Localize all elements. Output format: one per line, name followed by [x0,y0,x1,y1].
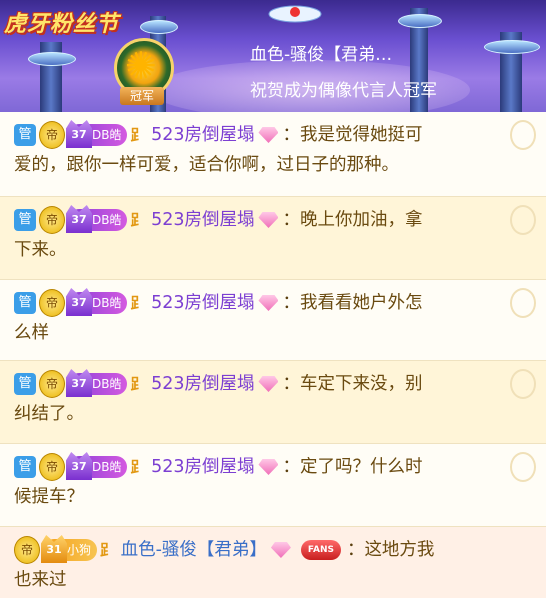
faded-medal-icon [510,120,536,150]
gem-icon [258,127,279,143]
level-number: 37 [66,369,92,397]
message-text: 车定下来没，别 [299,374,423,394]
message-text: 爱的，跟你一样可爱，适合你啊，过日子的那种。 [14,155,399,175]
username[interactable]: 血色-骚俊【君弟】 [121,540,267,560]
medal-icon: 帝 [39,206,65,234]
chat-message[interactable]: 管帝 37 DB皓⻊ 523房倒屋塌 ：我是觉得她挺可 爱的，跟你一样可爱，适合你啊，… [0,112,546,196]
fan-festival-banner[interactable]: 虎牙粉丝节 ✺ 冠军 血色-骚俊【君弟… 祝贺成为偶像代言人冠军 [0,0,546,112]
tower-disc [28,52,76,66]
chat-message[interactable]: 管帝 37 DB皓⻊ 523房倒屋塌 ：晚上你加油，拿 下来。 [0,197,546,279]
tower-disc [398,14,442,28]
fan-level-badge: 37 DB皓 [66,452,128,480]
fan-tag: DB皓 [92,377,122,391]
gem-icon [270,542,291,558]
message-text: 定了吗？什么时 [299,457,423,477]
fan-tag: 小狗 [67,543,92,557]
faded-medal-icon [510,452,536,482]
admin-badge-icon: 管 [14,373,36,395]
fan-level-badge: 37 DB皓 [66,288,128,316]
gem-icon [258,212,279,228]
medal-icon: 帝 [39,453,65,481]
fans-ring-icon: FANS [300,540,341,560]
message-text: 候提车？ [14,487,84,507]
gem-icon [258,459,279,475]
champion-badge: 冠军 [120,87,164,105]
message-text: 么样 [14,323,49,343]
medal-icon: 帝 [39,289,65,317]
message-text: 我看看她户外怎 [299,293,423,313]
fan-level-badge: 37 DB皓 [66,205,128,233]
festival-title: 虎牙粉丝节 [4,12,120,37]
level-number: 37 [66,288,92,316]
tower-disc [484,40,540,54]
wing-icon: ⻊ [130,375,146,393]
wing-icon: ⻊ [130,294,146,312]
colon: ： [282,457,300,477]
admin-badge-icon: 管 [14,456,36,478]
medal-icon: 帝 [14,536,40,564]
colon: ： [346,540,365,560]
faded-medal-icon [510,205,536,235]
admin-badge-icon: 管 [14,292,36,314]
fan-tag: DB皓 [92,296,122,310]
flower-icon: ✺ [125,44,157,88]
message-text: 也来过 [14,570,67,590]
rocket-icon [268,5,322,23]
colon: ： [282,293,300,313]
colon: ： [282,374,300,394]
banner-user-name: 血色-骚俊【君弟… [250,45,393,65]
username[interactable]: 523房倒屋塌 [151,210,254,230]
fan-level-badge: 31 小狗 [41,535,98,563]
gem-icon [258,295,279,311]
chat-message[interactable]: 管帝 37 DB皓⻊ 523房倒屋塌 ：车定下来没，别 纠结了。 [0,361,546,443]
colon: ： [282,125,300,145]
username[interactable]: 523房倒屋塌 [151,293,254,313]
level-number: 37 [66,120,92,148]
chat-message[interactable]: 管帝 37 DB皓⻊ 523房倒屋塌 ：我看看她户外怎 么样 [0,280,546,360]
level-number: 37 [66,205,92,233]
username[interactable]: 523房倒屋塌 [151,374,254,394]
faded-medal-icon [510,288,536,318]
username[interactable]: 523房倒屋塌 [151,457,254,477]
medal-icon: 帝 [39,370,65,398]
tower-disc [140,20,178,34]
banner-subtitle: 祝贺成为偶像代言人冠军 [250,81,437,101]
wing-icon: ⻊ [100,541,116,559]
colon: ： [282,210,300,230]
fan-tag: DB皓 [92,213,122,227]
wing-icon: ⻊ [130,126,146,144]
level-number: 37 [66,452,92,480]
chat-message[interactable]: 管帝 37 DB皓⻊ 523房倒屋塌 ：定了吗？什么时 候提车？ [0,444,546,526]
username[interactable]: 523房倒屋塌 [151,125,254,145]
fan-tag: DB皓 [92,128,122,142]
message-text: 纠结了。 [14,404,84,424]
message-text: 下来。 [14,240,67,260]
fan-tag: DB皓 [92,460,122,474]
level-number: 31 [41,535,67,563]
wing-icon: ⻊ [130,211,146,229]
message-text: 这地方我 [364,540,435,560]
gem-icon [258,376,279,392]
admin-badge-icon: 管 [14,124,36,146]
medal-icon: 帝 [39,121,65,149]
faded-medal-icon [510,369,536,399]
message-text: 晚上你加油，拿 [299,210,423,230]
chat-message[interactable]: 帝 31 小狗⻊ 血色-骚俊【君弟】 FANS ：这地方我 也来过 [0,527,546,598]
message-text: 我是觉得她挺可 [299,125,423,145]
admin-badge-icon: 管 [14,209,36,231]
wing-icon: ⻊ [130,458,146,476]
fan-level-badge: 37 DB皓 [66,369,128,397]
fan-level-badge: 37 DB皓 [66,120,128,148]
